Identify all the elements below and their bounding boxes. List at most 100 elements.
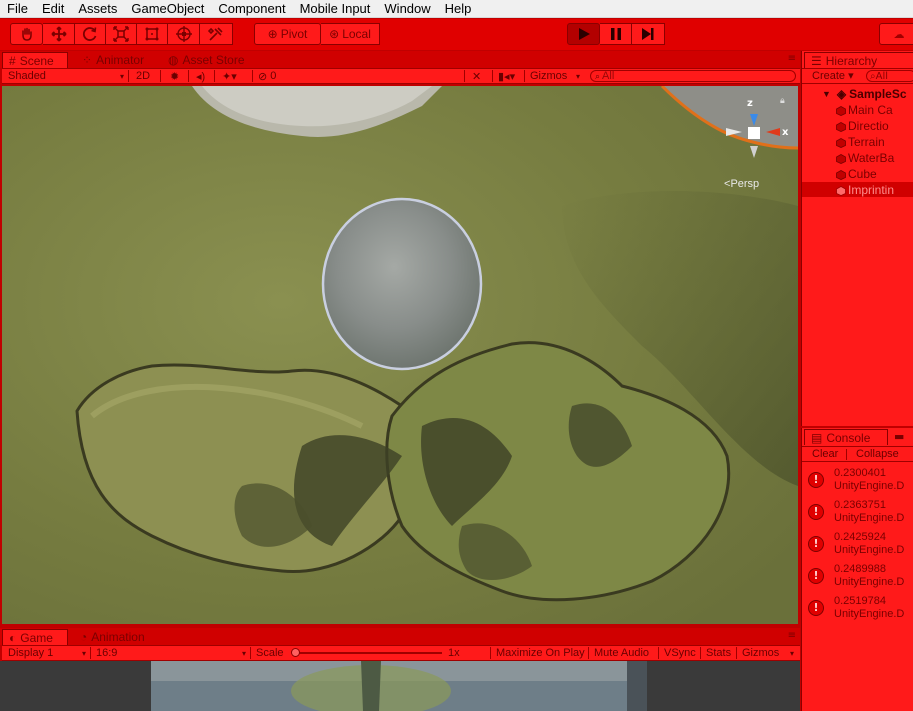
scale-tool-button[interactable] [106,23,137,45]
tab-animator[interactable]: ⁘ Animator [76,52,152,68]
menu-help[interactable]: Help [438,0,479,18]
menu-component[interactable]: Component [211,0,292,18]
panel-menu-icon[interactable]: ≡ [788,630,796,641]
effects-dropdown[interactable]: ✦▾ [222,69,237,83]
light-bulb-icon: ✹ [170,70,180,83]
transform-tool-button[interactable] [168,23,200,45]
gameobject-icon [836,105,846,116]
tab-scene-label: Scene [19,53,54,68]
play-button[interactable] [567,23,600,45]
mode-2d-toggle[interactable]: 2D [136,69,150,83]
scene-tools-button[interactable]: ✕ [472,69,481,83]
hierarchy-item-label: Terrain [848,135,885,149]
menu-window[interactable]: Window [377,0,437,18]
custom-tool-button[interactable] [200,23,233,45]
rotate-icon [82,27,97,41]
game-gizmos-dropdown[interactable]: Gizmos ▾ [742,646,796,660]
aspect-label: 16:9 [96,647,118,659]
hierarchy-item-imprinting[interactable]: Imprintin [836,182,894,198]
tab-console[interactable]: ▤ Console [804,429,888,445]
panel-menu-icon[interactable]: ≡ [788,53,796,64]
scene-tab-row: # Scene ⁘ Animator ◍ Asset Store ≡ [0,51,800,68]
vsync-toggle[interactable]: VSync [664,646,696,660]
console-entry[interactable]: ! 0.2519784 UnityEngine.D [802,592,913,624]
console-entry[interactable]: ! 0.2489988 UnityEngine.D [802,560,913,592]
gizmos-dropdown[interactable]: Gizmos ▾ [530,69,582,83]
scene-viewport[interactable]: z x 🔒︎ <Persp [2,86,798,624]
hierarchy-item-label: Cube [848,167,877,181]
hierarchy-item-terrain[interactable]: Terrain [836,134,885,150]
move-tool-button[interactable] [43,23,75,45]
slider-thumb[interactable] [291,648,300,657]
menu-edit[interactable]: Edit [35,0,71,18]
scene-search-input[interactable]: ⌕ All [590,70,796,82]
console-entry-source: UnityEngine.D [834,576,905,588]
shading-label: Shaded [8,70,46,82]
pause-button[interactable] [600,23,632,45]
tab-asset-store[interactable]: ◍ Asset Store [162,52,253,68]
menu-assets[interactable]: Assets [71,0,124,18]
rect-tool-button[interactable] [137,23,168,45]
tab-animation[interactable]: ◔ Animation [74,629,153,645]
camera-settings-dropdown[interactable]: ▮◂▾ [498,69,515,83]
tab-scene[interactable]: # Scene [2,52,68,68]
shading-dropdown[interactable]: Shaded ▾ [8,69,124,83]
pivot-toggle[interactable]: ⊕ Pivot [254,23,321,45]
hierarchy-item-directional-light[interactable]: Directio [836,118,889,134]
scale-value-text: 1x [448,647,460,659]
scale-icon [113,26,129,42]
gameobject-icon [836,185,846,196]
expand-triangle-icon: ▼ [822,89,831,99]
space-toggle[interactable]: ⊛ Local [321,23,380,45]
project-tab-icon[interactable]: ▬ [894,430,904,443]
stats-toggle[interactable]: Stats [706,646,731,660]
aspect-dropdown[interactable]: 16:9 ▾ [96,646,248,660]
gameobject-icon [836,153,846,164]
tab-game[interactable]: ◐ Game [2,629,68,645]
maximize-on-play-toggle[interactable]: Maximize On Play [496,646,585,660]
chevron-down-icon: ▾ [81,648,86,658]
console-entry[interactable]: ! 0.2363751 UnityEngine.D [802,496,913,528]
scale-slider[interactable] [291,648,442,657]
console-toolbar: Clear Collapse [802,446,913,462]
display-dropdown[interactable]: Display 1 ▾ [8,646,86,660]
hierarchy-item-waterbasic[interactable]: WaterBa [836,150,894,166]
create-dropdown[interactable]: Create ▾ [812,69,854,82]
menu-gameobject[interactable]: GameObject [124,0,211,18]
mute-audio-toggle[interactable]: Mute Audio [594,646,649,660]
menu-mobile-input[interactable]: Mobile Input [293,0,378,18]
step-button[interactable] [632,23,665,45]
hidden-objects-toggle[interactable]: ⊘ 0 [258,69,276,83]
orientation-gizmo[interactable]: z x 🔒︎ <Persp [714,94,794,190]
pivot-icon: ⊕ [267,27,278,41]
rotate-tool-button[interactable] [75,23,106,45]
console-entry[interactable]: ! 0.2425924 UnityEngine.D [802,528,913,560]
hierarchy-search-input[interactable]: ⌕All [866,70,913,82]
hierarchy-scene-root[interactable]: ▼ ◈ SampleSc [822,86,907,102]
console-tab-icon: ▤ [811,430,823,445]
error-icon: ! [808,600,824,616]
display-label: Display 1 [8,647,54,659]
cloud-button[interactable]: ☁ [879,23,913,45]
tab-hierarchy[interactable]: ☰ Hierarchy [804,52,913,68]
hierarchy-item-main-camera[interactable]: Main Ca [836,102,893,118]
scale-label: Scale [256,646,284,660]
game-view-area[interactable] [0,661,800,711]
gameobject-icon [836,137,846,148]
console-entry-value: 0.2519784 [834,595,886,607]
step-icon [642,28,654,40]
menu-file[interactable]: File [0,0,35,18]
audio-toggle[interactable]: ◂) [196,69,205,83]
play-icon [578,28,590,40]
lighting-toggle[interactable]: ✹ [170,69,179,83]
console-collapse-button[interactable]: Collapse [856,448,899,460]
console-entry[interactable]: ! 0.2300401 UnityEngine.D [802,464,913,496]
persp-label[interactable]: <Persp [724,178,759,190]
hand-tool-button[interactable] [10,23,43,45]
game-gizmos-label: Gizmos [742,647,780,659]
console-clear-button[interactable]: Clear [812,448,838,460]
gizmo-z-label: z [747,98,753,109]
hierarchy-item-cube[interactable]: Cube [836,166,877,182]
hierarchy-title: Hierarchy [825,53,878,68]
lock-icon[interactable]: 🔒︎ [780,96,785,106]
